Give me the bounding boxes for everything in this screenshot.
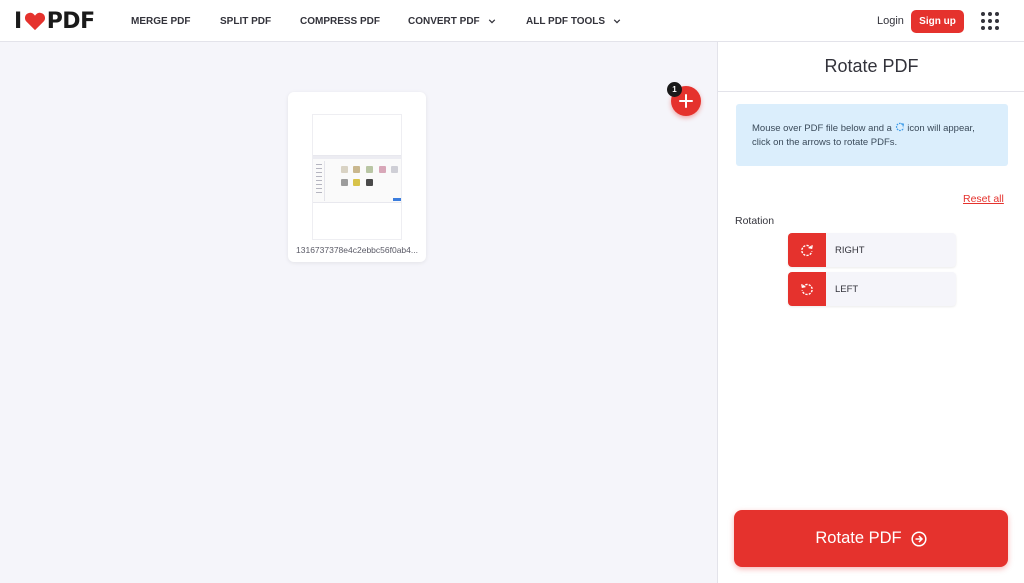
rotate-pdf-button-label: Rotate PDF (815, 529, 902, 547)
nav-compress-pdf[interactable]: COMPRESS PDF (300, 0, 380, 42)
logo-text-pdf: PDF (46, 8, 95, 34)
signup-button[interactable]: Sign up (911, 10, 964, 33)
nav-all-tools-label: ALL PDF TOOLS (526, 15, 606, 27)
top-header: I PDF MERGE PDF SPLIT PDF COMPRESS PDF C… (0, 0, 1024, 42)
heart-icon (24, 12, 45, 31)
options-sidebar: Rotate PDF Mouse over PDF file below and… (717, 42, 1024, 583)
info-text-start: Mouse over PDF file below and a (752, 123, 892, 134)
arrow-right-circle-icon (911, 530, 927, 547)
rotate-counterclockwise-icon (801, 283, 813, 296)
rotate-clockwise-icon (801, 244, 813, 257)
plus-icon (679, 94, 693, 108)
chevron-down-icon (613, 19, 621, 24)
thumbnail-page-content (313, 155, 401, 203)
grid-icon[interactable] (981, 12, 999, 30)
ilovepdf-logo[interactable]: I PDF (14, 8, 95, 34)
nav-split-pdf[interactable]: SPLIT PDF (220, 0, 271, 42)
nav-convert-pdf[interactable]: CONVERT PDF (408, 0, 496, 42)
sidebar-title: Rotate PDF (718, 42, 1024, 92)
rotate-hint-icon (895, 122, 904, 132)
reset-all-link[interactable]: Reset all (963, 193, 1004, 205)
rotation-label: Rotation (735, 215, 775, 227)
file-workspace: 1316737378e4c2ebbc56f0ab4... 1 (0, 42, 717, 583)
pdf-thumbnail (312, 114, 402, 240)
rotate-left-button[interactable]: LEFT (788, 272, 956, 306)
rotate-pdf-button[interactable]: Rotate PDF (734, 510, 1008, 567)
logo-text-i: I (14, 8, 22, 34)
file-count-badge: 1 (667, 82, 682, 97)
info-box: Mouse over PDF file below and a icon wil… (736, 104, 1008, 166)
nav-merge-pdf[interactable]: MERGE PDF (131, 0, 190, 42)
rotate-right-button[interactable]: RIGHT (788, 233, 956, 267)
file-name: 1316737378e4c2ebbc56f0ab4... (296, 245, 418, 255)
rotate-left-label: LEFT (835, 283, 859, 295)
nav-convert-label: CONVERT PDF (408, 15, 480, 27)
chevron-down-icon (488, 19, 495, 24)
pdf-file-card[interactable]: 1316737378e4c2ebbc56f0ab4... (288, 92, 426, 262)
nav-all-pdf-tools[interactable]: ALL PDF TOOLS (526, 0, 621, 42)
login-link[interactable]: Login (877, 15, 904, 27)
rotate-right-label: RIGHT (835, 244, 865, 256)
